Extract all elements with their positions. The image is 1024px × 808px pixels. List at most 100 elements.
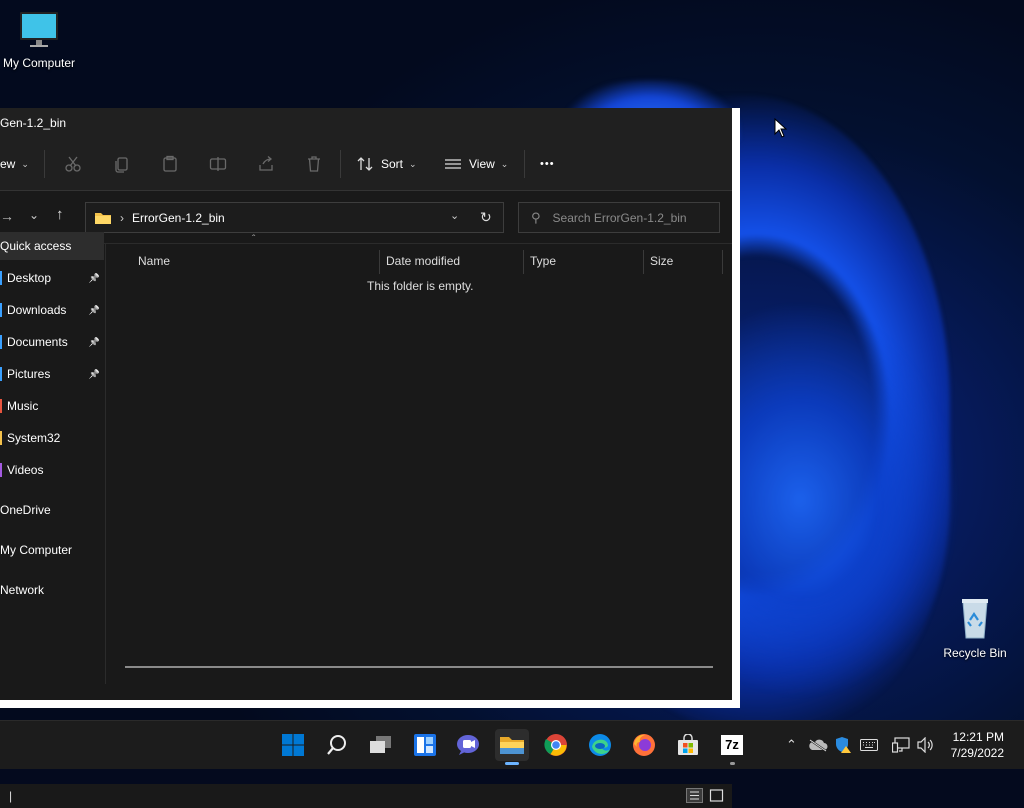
nav-item-onedrive[interactable]: OneDrive — [0, 496, 104, 524]
volume-tray-button[interactable] — [917, 721, 935, 769]
firefox-button[interactable] — [627, 729, 661, 761]
edge-icon — [589, 734, 611, 756]
column-divider[interactable] — [722, 250, 723, 274]
clock-time: 12:21 PM — [952, 730, 1004, 744]
file-explorer-body: Gen-1.2_bin ew ⌄ Sort ⌄ View ⌄ ••• → ⌄ ↑… — [0, 108, 732, 808]
title-bar[interactable]: Gen-1.2_bin — [0, 108, 732, 138]
nav-item-quick-access[interactable]: Quick access — [0, 232, 104, 260]
taskbar: 7z ⌃ 12:21 PM 7/29/2022 — [0, 720, 1024, 769]
chevron-down-icon: ⌄ — [409, 158, 417, 169]
onedrive-tray-button[interactable] — [808, 721, 828, 769]
clock[interactable]: 12:21 PM 7/29/2022 — [951, 729, 1004, 761]
breadcrumb-chevron-icon: › — [120, 210, 124, 225]
edge-button[interactable] — [583, 729, 617, 761]
column-header-size[interactable]: Size — [650, 244, 722, 278]
chrome-button[interactable] — [539, 729, 573, 761]
breadcrumb-path[interactable]: ErrorGen-1.2_bin — [132, 211, 225, 225]
active-indicator — [505, 762, 519, 765]
folder-icon — [500, 737, 524, 754]
toolbar-divider — [44, 150, 45, 178]
new-button[interactable]: ew ⌄ — [0, 138, 29, 190]
new-button-label: ew — [0, 157, 16, 171]
address-bar[interactable]: › ErrorGen-1.2_bin ⌄ ↻ — [85, 202, 504, 233]
address-history-chevron-icon[interactable]: ⌄ — [450, 209, 459, 222]
column-divider[interactable] — [643, 250, 644, 274]
recent-locations-chevron-icon[interactable]: ⌄ — [29, 208, 39, 222]
search-button[interactable] — [320, 729, 354, 761]
search-icon — [327, 735, 346, 755]
desktop-icon-my-computer[interactable]: My Computer — [0, 10, 78, 70]
chat-icon — [457, 735, 479, 755]
delete-button[interactable] — [305, 138, 323, 190]
file-explorer-taskbar-button[interactable] — [495, 729, 529, 765]
start-button[interactable] — [276, 729, 310, 761]
command-bar: ew ⌄ Sort ⌄ View ⌄ ••• — [0, 138, 732, 191]
more-options-button[interactable]: ••• — [540, 138, 555, 190]
nav-item-desktop[interactable]: Desktop 📌 — [0, 264, 104, 292]
nav-item-downloads[interactable]: Downloads 📌 — [0, 296, 104, 324]
chevron-down-icon: ⌄ — [21, 158, 29, 169]
widgets-button[interactable] — [408, 729, 442, 761]
rename-button[interactable] — [209, 138, 227, 190]
column-header-type[interactable]: Type — [530, 244, 642, 278]
horizontal-scrollbar[interactable] — [125, 666, 713, 668]
network-ethernet-icon — [892, 737, 910, 753]
speaker-icon — [917, 737, 933, 753]
nav-item-label: Desktop — [7, 271, 52, 285]
teams-chat-button[interactable] — [451, 729, 485, 761]
cut-button[interactable] — [64, 138, 82, 190]
pin-icon: 📌 — [88, 273, 100, 283]
widgets-icon — [414, 734, 436, 756]
desktop-icon-recycle-bin[interactable]: Recycle Bin — [940, 596, 1010, 660]
nav-item-pictures[interactable]: Pictures 📌 — [0, 360, 104, 388]
nav-folder-icon — [0, 271, 2, 285]
firefox-icon — [633, 734, 655, 756]
view-label: View — [469, 157, 495, 171]
microsoft-store-button[interactable] — [671, 729, 705, 761]
search-placeholder: Search ErrorGen-1.2_bin — [552, 210, 687, 225]
keyboard-tray-button[interactable] — [860, 721, 878, 769]
monitor-icon — [20, 12, 58, 47]
column-divider[interactable] — [523, 250, 524, 274]
view-button[interactable]: View ⌄ — [444, 138, 508, 190]
shield-warning-icon — [836, 737, 851, 753]
large-icons-view-icon — [709, 789, 724, 802]
up-arrow-icon[interactable]: ↑ — [56, 206, 64, 223]
task-view-button[interactable] — [364, 729, 398, 761]
security-tray-button[interactable] — [834, 721, 852, 769]
nav-item-label: System32 — [7, 431, 61, 445]
forward-arrow-icon[interactable]: → — [0, 208, 14, 224]
sort-label: Sort — [381, 157, 404, 171]
nav-item-music[interactable]: Music — [0, 392, 104, 420]
copy-button[interactable] — [113, 138, 131, 190]
large-icons-view-button[interactable] — [709, 788, 724, 803]
search-box[interactable]: ⚲ Search ErrorGen-1.2_bin — [518, 202, 720, 233]
network-tray-button[interactable] — [892, 721, 910, 769]
sort-button[interactable]: Sort ⌄ — [356, 138, 417, 190]
share-button[interactable] — [257, 138, 275, 190]
nav-item-videos[interactable]: Videos — [0, 456, 104, 484]
sort-icon — [357, 157, 373, 171]
nav-item-documents[interactable]: Documents 📌 — [0, 328, 104, 356]
7zip-icon: 7z — [721, 735, 743, 755]
file-list: ˆ Name Date modified Type Size This fold… — [106, 234, 732, 684]
toolbar-divider — [524, 150, 525, 178]
nav-item-label: Documents — [7, 335, 68, 349]
column-header-name[interactable]: Name — [138, 244, 378, 278]
show-hidden-icons-button[interactable]: ⌃ — [786, 721, 797, 769]
7zip-button[interactable]: 7z — [715, 729, 749, 765]
refresh-icon[interactable]: ↻ — [480, 209, 492, 226]
share-icon — [259, 156, 273, 171]
nav-folder-icon — [0, 303, 2, 317]
nav-folder-icon — [0, 367, 2, 381]
details-view-icon — [690, 791, 699, 800]
nav-item-my-computer[interactable]: My Computer — [0, 536, 104, 564]
details-view-button[interactable] — [686, 788, 703, 803]
nav-item-label: Network — [0, 583, 45, 597]
paste-button[interactable] — [161, 138, 179, 190]
nav-item-network[interactable]: Network — [0, 576, 104, 604]
copy-icon — [115, 157, 128, 173]
nav-item-system32[interactable]: System32 — [0, 424, 104, 452]
empty-folder-message: This folder is empty. — [367, 279, 474, 293]
nav-item-label: Pictures — [7, 367, 51, 381]
